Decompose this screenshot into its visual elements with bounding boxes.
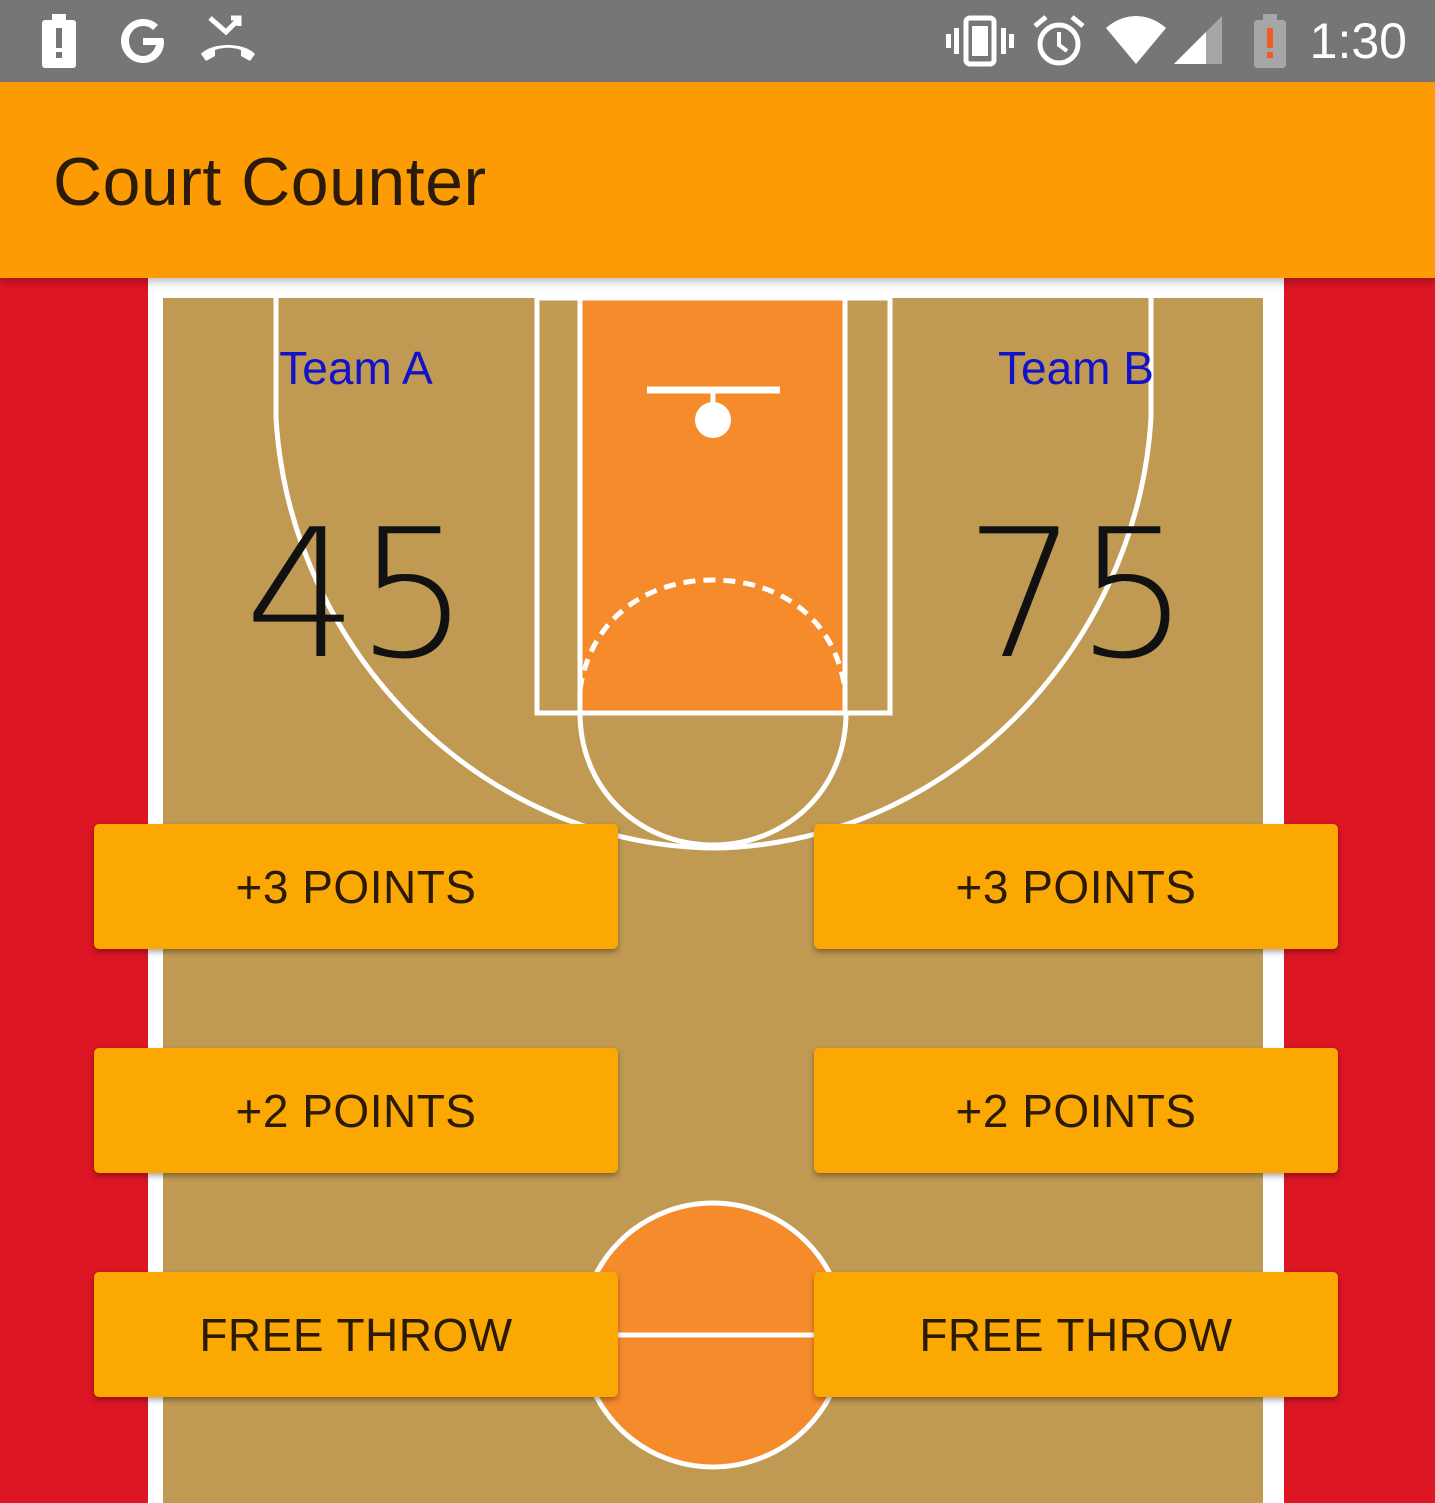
team-b-label: Team B bbox=[998, 342, 1154, 394]
team-b-score: 75 bbox=[964, 491, 1190, 698]
wifi-icon bbox=[1106, 16, 1166, 64]
signal-icon bbox=[1174, 16, 1222, 64]
team-a-score: 45 bbox=[244, 491, 470, 698]
vibrate-icon bbox=[946, 15, 1014, 67]
team-b-two-points-button[interactable]: +2 POINTS bbox=[814, 1048, 1338, 1173]
app-bar: Court Counter bbox=[0, 82, 1435, 278]
status-bar: 1:30 bbox=[0, 0, 1435, 82]
team-b-free-throw-button[interactable]: FREE THROW bbox=[814, 1272, 1338, 1397]
team-a-two-points-button[interactable]: +2 POINTS bbox=[94, 1048, 618, 1173]
team-b-three-points-button[interactable]: +3 POINTS bbox=[814, 824, 1338, 949]
google-icon bbox=[121, 19, 164, 63]
team-a-label: Team A bbox=[279, 342, 433, 394]
team-a-three-points-button[interactable]: +3 POINTS bbox=[94, 824, 618, 949]
missed-call-icon bbox=[201, 15, 255, 61]
app-title: Court Counter bbox=[53, 144, 487, 220]
alarm-icon bbox=[1033, 15, 1085, 66]
status-time: 1:30 bbox=[1309, 13, 1407, 69]
key-paint bbox=[577, 295, 848, 716]
hoop bbox=[695, 402, 731, 438]
battery-alert-icon bbox=[42, 14, 76, 68]
team-a-free-throw-button[interactable]: FREE THROW bbox=[94, 1272, 618, 1397]
battery-low-icon bbox=[1254, 14, 1286, 68]
